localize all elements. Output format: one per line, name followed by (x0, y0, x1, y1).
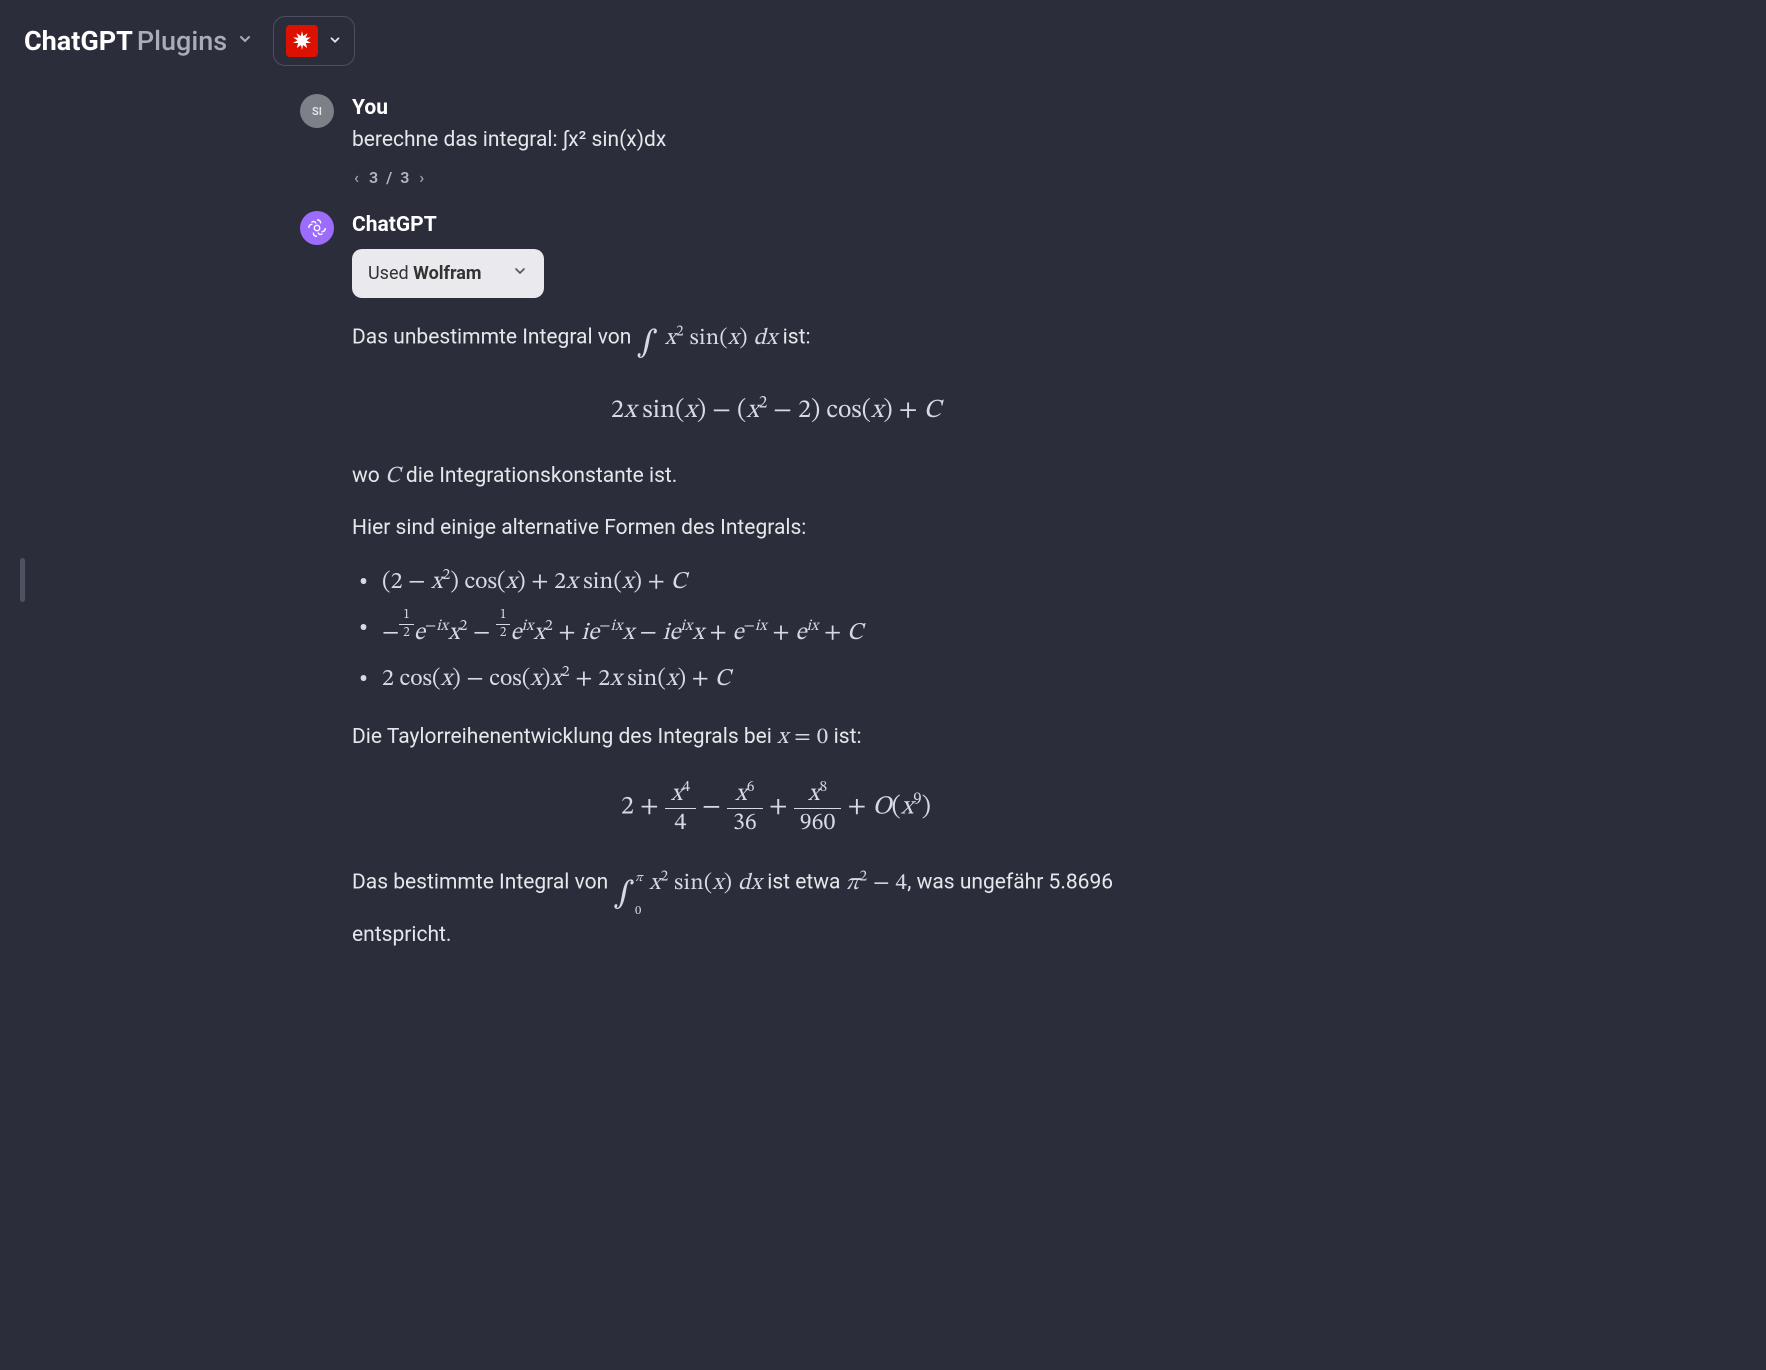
user-avatar: SI (300, 94, 334, 128)
list-item: 2 cos(x) − cos(x)x2 + 2x sin(x) + C (358, 660, 1200, 698)
assistant-author: ChatGPT (352, 213, 1200, 237)
list-item: (2 − x2) cos(x) + 2x sin(x) + C (358, 563, 1200, 601)
message-pagination: ‹ 3 / 3 › (352, 168, 1200, 187)
assistant-avatar (300, 211, 334, 245)
assistant-message: ChatGPT Used Wolfram Das unbestimmte Int… (300, 211, 1200, 970)
inline-equation: x = 0 (777, 726, 828, 749)
prev-arrow[interactable]: ‹ (352, 168, 361, 187)
alt-forms-list: (2 − x2) cos(x) + 2x sin(x) + C −12e−ixx… (358, 563, 1200, 698)
pagination-sep: / (386, 168, 392, 187)
chevron-down-icon (512, 263, 528, 284)
used-plugin-label: Used Wolfram (368, 263, 482, 284)
para-1: Das unbestimmte Integral von ∫ x2 sin(x)… (352, 320, 1200, 369)
para-2: wo C die Integrationskonstante ist. (352, 459, 1200, 495)
next-arrow[interactable]: › (417, 168, 426, 187)
model-selector[interactable]: ChatGPT Plugins (24, 25, 253, 57)
user-author: You (352, 96, 1200, 120)
plugin-selector[interactable] (273, 16, 355, 66)
title-main: ChatGPT Plugins (24, 25, 227, 57)
conversation: SI You berechne das integral: ∫x² sin(x)… (300, 82, 1200, 970)
scrollbar-thumb[interactable] (20, 558, 25, 602)
user-message: SI You berechne das integral: ∫x² sin(x)… (300, 94, 1200, 187)
chevron-down-icon (237, 31, 253, 51)
inline-equation: π2 − 4 (846, 872, 908, 895)
wolfram-icon (286, 25, 318, 57)
block-equation-1: 2x sin(x) − (x2 − 2) cos(x) + C (352, 391, 1200, 431)
para-5: Das bestimmte Integral von ∫π0 x2 sin(x)… (352, 865, 1200, 952)
inline-equation: ∫π0 x2 sin(x) dx (613, 872, 762, 895)
assistant-body: Das unbestimmte Integral von ∫ x2 sin(x)… (352, 320, 1200, 952)
inline-equation: ∫ x2 sin(x) dx (637, 327, 778, 350)
used-plugin-chip[interactable]: Used Wolfram (352, 249, 544, 298)
para-3: Hier sind einige alternative Formen des … (352, 512, 1200, 545)
user-text: berechne das integral: ∫x² sin(x)dx (352, 128, 1200, 152)
pagination-total: 3 (400, 168, 409, 187)
para-4: Die Taylorreihenentwicklung des Integral… (352, 720, 1200, 756)
chevron-down-icon (328, 32, 342, 51)
inline-equation: C (385, 465, 401, 488)
list-item: −12e−ixx2 − 12eixx2 + ie−ixx − ieixx + e… (358, 609, 1200, 652)
pagination-current: 3 (369, 168, 378, 187)
block-equation-2: 2 + x44 − x636 + x8960 + O(x9) (352, 778, 1200, 837)
